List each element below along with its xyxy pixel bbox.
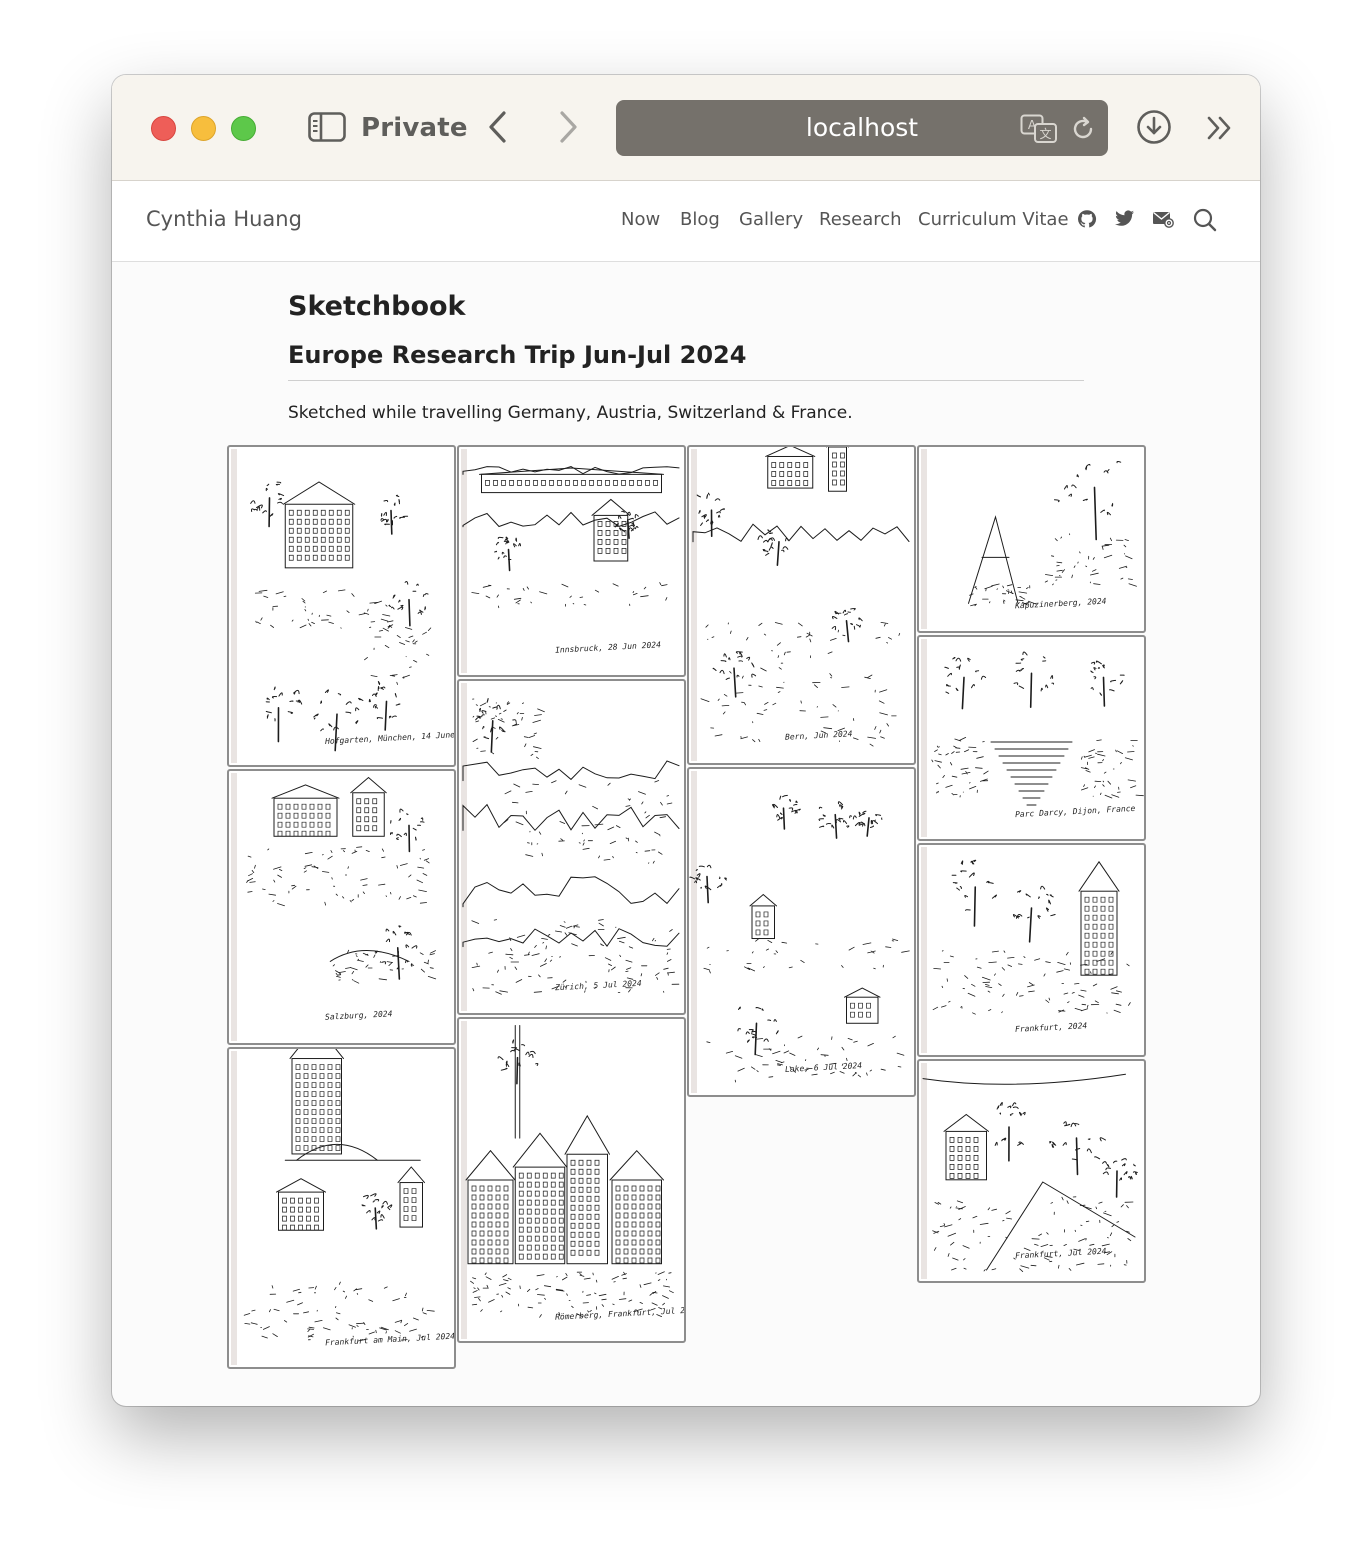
section-title: Europe Research Trip Jun-Jul 2024 <box>288 341 747 369</box>
reload-icon[interactable] <box>1070 116 1096 142</box>
email-icon[interactable] <box>1152 210 1174 228</box>
nav-link-blog[interactable]: Blog <box>680 209 720 230</box>
sketch-thumbnail[interactable]: Kapuzinerberg, 2024 <box>917 445 1146 633</box>
zoom-window-button[interactable] <box>231 116 256 141</box>
sketch-drawing <box>921 1063 1138 1279</box>
github-icon[interactable] <box>1077 209 1097 229</box>
close-window-button[interactable] <box>151 116 176 141</box>
browser-window: Private localhost A 文 Cynthia Huang Now … <box>112 75 1260 1406</box>
sketch-drawing <box>231 449 432 763</box>
sketch-thumbnail[interactable]: Frankfurt, Jul 2024 <box>917 1059 1146 1283</box>
sketch-thumbnail[interactable]: Römerberg, Frankfurt, Jul 2024 <box>457 1017 686 1343</box>
browser-toolbar: Private localhost A 文 <box>112 75 1260 181</box>
sketch-drawing <box>231 773 437 1041</box>
site-navbar: Cynthia Huang Now Blog Gallery Research … <box>112 181 1260 262</box>
twitter-icon[interactable] <box>1115 210 1135 228</box>
back-icon[interactable] <box>486 110 510 144</box>
address-bar[interactable]: localhost A 文 <box>616 100 1108 156</box>
sketch-thumbnail[interactable]: Zürich, 5 Jul 2024 <box>457 679 686 1015</box>
nav-link-gallery[interactable]: Gallery <box>739 209 803 230</box>
private-mode-label: Private <box>361 113 468 143</box>
section-divider <box>288 380 1084 381</box>
sketch-drawing <box>691 447 910 761</box>
sketch-thumbnail[interactable]: Bern, Jun 2024 <box>687 445 916 765</box>
sketch-thumbnail[interactable]: Frankfurt am Main, Jul 2024 <box>227 1047 456 1369</box>
sketch-drawing <box>231 1049 435 1365</box>
gallery-description: Sketched while travelling Germany, Austr… <box>288 403 853 423</box>
nav-link-curriculum-vitae[interactable]: Curriculum Vitae <box>918 209 1069 230</box>
search-icon[interactable] <box>1193 208 1217 232</box>
minimize-window-button[interactable] <box>191 116 216 141</box>
sketch-drawing <box>689 771 910 1093</box>
sketch-thumbnail[interactable]: Lake, 6 Jul 2024 <box>687 767 916 1097</box>
downloads-icon[interactable] <box>1136 109 1172 145</box>
sketch-thumbnail[interactable]: Parc Darcy, Dijon, France <box>917 635 1146 841</box>
sketch-thumbnail[interactable]: Frankfurt, 2024 <box>917 843 1146 1057</box>
nav-link-research[interactable]: Research <box>819 209 902 230</box>
page-title: Sketchbook <box>288 291 466 322</box>
forward-icon[interactable] <box>556 110 580 144</box>
nav-link-now[interactable]: Now <box>621 209 660 230</box>
sidebar-icon[interactable] <box>308 112 346 142</box>
sketch-thumbnail[interactable]: Hofgarten, München, 14 June 2024 <box>227 445 456 767</box>
svg-text:文: 文 <box>1039 126 1051 141</box>
site-title-link[interactable]: Cynthia Huang <box>146 207 302 231</box>
more-tools-icon[interactable] <box>1206 115 1234 141</box>
sketch-thumbnail[interactable]: Salzburg, 2024 <box>227 769 456 1045</box>
sketch-drawing <box>461 1021 674 1339</box>
sketch-thumbnail[interactable]: Innsbruck, 28 Jun 2024 <box>457 445 686 677</box>
translate-icon[interactable]: A 文 <box>1020 114 1058 144</box>
sketch-drawing <box>461 683 680 1011</box>
